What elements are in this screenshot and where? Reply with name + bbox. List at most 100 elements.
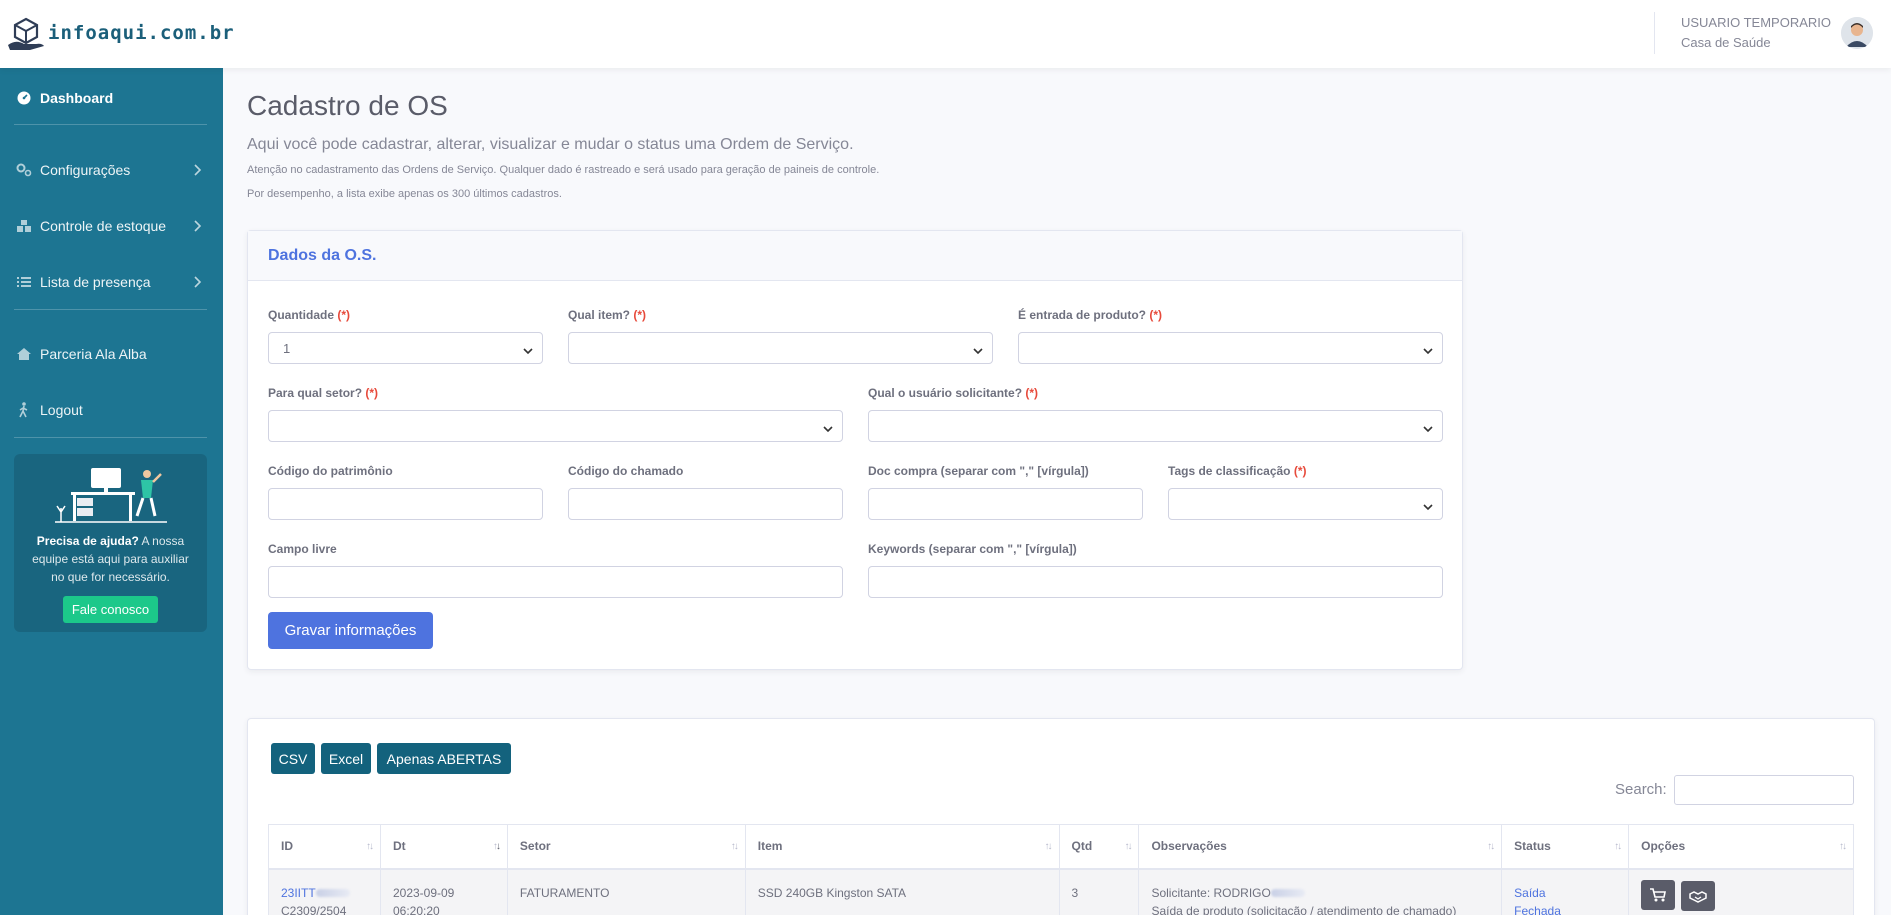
col-setor[interactable]: Setor ↑↓ <box>506 824 746 870</box>
sidebar-item-configuracoes[interactable]: Configurações <box>0 155 223 185</box>
redacted-text <box>1270 889 1305 898</box>
cart-button[interactable] <box>1641 879 1676 910</box>
sort-icon: ↑↓ <box>492 841 501 852</box>
col-opcoes[interactable]: Opções ↑↓ <box>1628 824 1854 870</box>
avatar[interactable] <box>1841 17 1873 49</box>
setor-label: Para qual setor? (*) <box>268 386 378 400</box>
user-menu[interactable]: USUARIO TEMPORARIO Casa de Saúde <box>1653 12 1873 54</box>
tags-label: Tags de classificação (*) <box>1168 464 1307 478</box>
campo-livre-input[interactable] <box>268 566 843 598</box>
chevron-down-icon <box>1423 422 1433 433</box>
obs-solicitante: Solicitante: RODRIGO <box>1151 885 1271 900</box>
cell-item: SSD 240GB Kingston SATA <box>744 868 1060 915</box>
cell-dt: 2023-09-09 06:20:20 <box>379 868 508 915</box>
quantidade-label: Quantidade (*) <box>268 308 350 322</box>
col-qtd[interactable]: Qtd ↑↓ <box>1058 824 1140 870</box>
col-label: Observações <box>1151 839 1227 854</box>
contact-button[interactable]: Fale conosco <box>62 596 159 623</box>
brand-name: infoaqui.com.br <box>48 22 235 44</box>
handshake-button[interactable] <box>1681 880 1716 911</box>
help-title: Precisa de ajuda? <box>36 534 139 548</box>
sidebar-item-label: Configurações <box>40 162 131 178</box>
col-observacoes[interactable]: Observações ↑↓ <box>1138 824 1503 870</box>
status-estado-link[interactable]: Fechada <box>1514 904 1561 915</box>
table-row: 23IITT C2309/2504 2023-09-09 06:20:20 FA… <box>268 868 1854 915</box>
page-note: Atenção no cadastramento das Ordens de S… <box>247 164 880 176</box>
chamado-input[interactable] <box>568 488 843 520</box>
help-illustration <box>51 466 171 524</box>
sidebar-item-dashboard[interactable]: Dashboard <box>0 83 223 113</box>
os-table-card: CSV Excel Apenas ABERTAS Search: ID ↑↓ Dt… <box>247 718 1875 915</box>
chevron-right-icon <box>189 218 205 234</box>
sidebar-item-parceria[interactable]: Parceria Ala Alba <box>0 339 223 369</box>
sidebar-divider <box>14 309 207 310</box>
logo-icon <box>6 15 46 51</box>
list-icon <box>16 274 32 290</box>
cell-opcoes <box>1628 868 1854 915</box>
brand-logo[interactable]: infoaqui.com.br <box>6 15 235 51</box>
topbar: infoaqui.com.br USUARIO TEMPORARIO Casa … <box>0 0 1891 68</box>
chevron-right-icon <box>189 274 205 290</box>
sort-icon: ↑↓ <box>1839 841 1847 852</box>
page-subtitle: Aqui você pode cadastrar, alterar, visua… <box>247 136 854 153</box>
obs-descricao: Saída de produto (solicitação / atendime… <box>1151 903 1457 915</box>
col-status[interactable]: Status ↑↓ <box>1501 824 1630 870</box>
quantidade-select[interactable]: 1 <box>268 332 543 364</box>
col-item[interactable]: Item ↑↓ <box>744 824 1060 870</box>
os-id-link[interactable]: 23IITT <box>281 886 316 900</box>
user-info: USUARIO TEMPORARIO Casa de Saúde <box>1681 13 1831 53</box>
chevron-down-icon <box>823 422 833 433</box>
sort-icon: ↑↓ <box>1124 841 1132 852</box>
redacted-text <box>315 889 350 898</box>
usuario-select[interactable] <box>868 410 1443 442</box>
col-id[interactable]: ID ↑↓ <box>268 824 381 870</box>
cell-setor: FATURAMENTO <box>506 868 746 915</box>
entrada-select[interactable] <box>1018 332 1443 364</box>
required-mark: (*) <box>1293 464 1307 478</box>
walking-icon <box>16 402 32 418</box>
sort-icon: ↑↓ <box>1044 841 1053 852</box>
sidebar-item-label: Dashboard <box>40 90 114 106</box>
dashboard-icon <box>16 90 32 106</box>
excel-button[interactable]: Excel <box>321 743 371 774</box>
sort-icon: ↑↓ <box>1614 841 1622 852</box>
patrimonio-label: Código do patrimônio <box>268 464 393 478</box>
cell-date: 2023-09-09 <box>392 885 455 900</box>
submit-button[interactable]: Gravar informações <box>268 612 433 649</box>
abertas-filter-button[interactable]: Apenas ABERTAS <box>377 743 511 774</box>
cell-observacoes: Solicitante: RODRIGO Saída de produto (s… <box>1138 868 1503 915</box>
search-label: Search: <box>1615 781 1667 798</box>
required-mark: (*) <box>1025 386 1039 400</box>
doc-compra-input[interactable] <box>868 488 1143 520</box>
qual-item-label: Qual item? (*) <box>568 308 646 322</box>
help-card: Precisa de ajuda? A nossa equipe está aq… <box>14 454 207 632</box>
boxes-icon <box>16 218 32 234</box>
handshake-icon <box>1689 890 1708 903</box>
user-name: USUARIO TEMPORARIO <box>1680 15 1831 30</box>
required-mark: (*) <box>365 386 379 400</box>
tags-select[interactable] <box>1168 488 1443 520</box>
search-input[interactable] <box>1674 775 1854 805</box>
select-value: 1 <box>283 341 291 356</box>
col-dt[interactable]: Dt ↑↓ <box>379 824 508 870</box>
status-tipo-link[interactable]: Saída <box>1514 886 1545 900</box>
usuario-label: Qual o usuário solicitante? (*) <box>868 386 1038 400</box>
sidebar-item-lista-presenca[interactable]: Lista de presença <box>0 267 223 297</box>
qual-item-select[interactable] <box>568 332 993 364</box>
main-content: Cadastro de OS Aqui você pode cadastrar,… <box>223 68 1891 915</box>
cart-icon <box>1650 887 1667 901</box>
chevron-right-icon <box>189 162 205 178</box>
csv-button[interactable]: CSV <box>271 743 315 774</box>
campo-livre-label: Campo livre <box>268 542 337 556</box>
required-mark: (*) <box>337 308 351 322</box>
sidebar-item-controle-estoque[interactable]: Controle de estoque <box>0 211 223 241</box>
cell-time: 06:20:20 <box>392 903 440 915</box>
house-icon <box>16 346 32 362</box>
sidebar-item-logout[interactable]: Logout <box>0 395 223 425</box>
setor-select[interactable] <box>268 410 843 442</box>
gears-icon <box>16 162 32 178</box>
col-label: Dt <box>392 839 406 854</box>
patrimonio-input[interactable] <box>268 488 543 520</box>
chevron-down-icon <box>1423 500 1433 511</box>
keywords-input[interactable] <box>868 566 1443 598</box>
